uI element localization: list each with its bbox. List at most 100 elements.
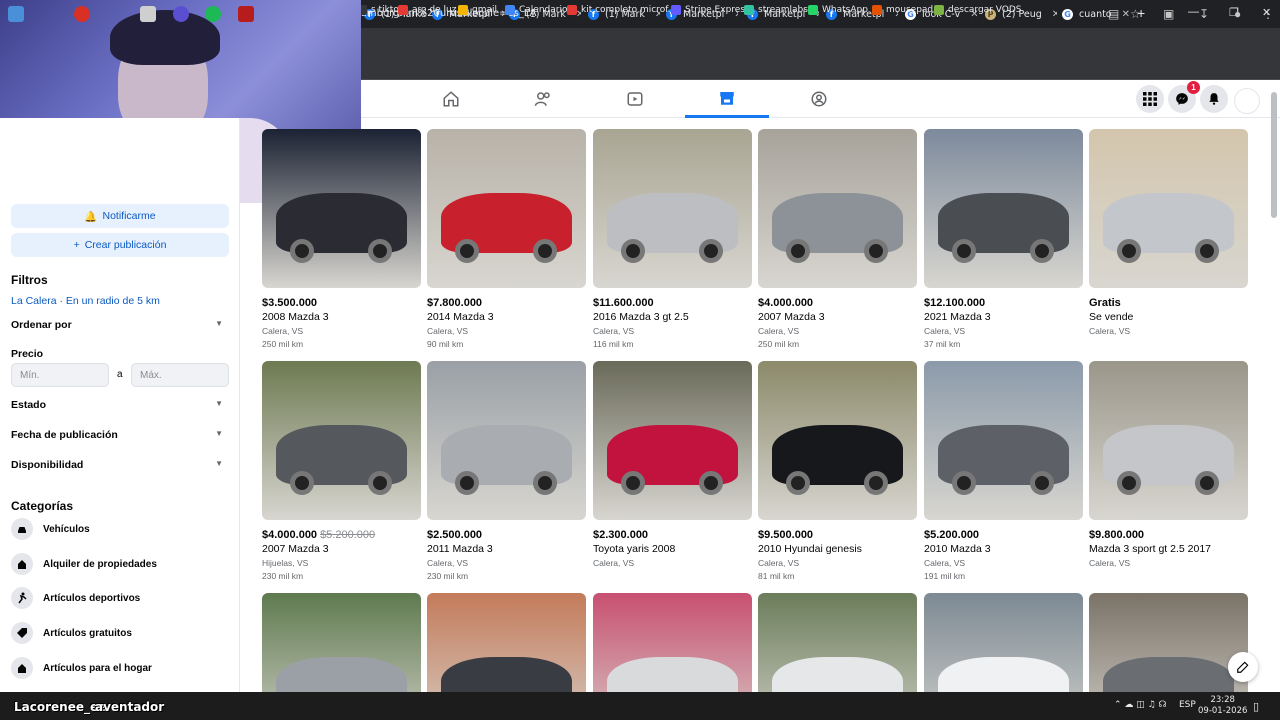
- google-icon: G: [1062, 8, 1073, 20]
- notification-center-icon[interactable]: ▯: [1253, 700, 1259, 713]
- listing-card[interactable]: $3.500.000 2008 Mazda 3 Calera, VS 250 mil …: [262, 129, 421, 349]
- listing-card[interactable]: Gratis Se vende Calera, VS: [1089, 129, 1248, 336]
- listing-photo[interactable]: [427, 129, 586, 288]
- bookmark-item[interactable]: descargar VODS: [934, 5, 1021, 15]
- price-min-input[interactable]: Mín.: [11, 363, 109, 387]
- scrollbar[interactable]: [1271, 92, 1277, 218]
- category-item[interactable]: Alquiler de propiedades: [11, 551, 157, 577]
- category-item[interactable]: Artículos deportivos: [11, 585, 140, 611]
- listing-card[interactable]: $9.800.000 Mazda 3 sport gt 2.5 2017 Caler…: [1089, 361, 1248, 568]
- bookmark-icon: [744, 5, 754, 15]
- availability-label: Disponibilidad: [11, 459, 84, 471]
- discord-icon[interactable]: [173, 6, 189, 22]
- filters-heading: Filtros: [11, 273, 48, 287]
- listing-card[interactable]: $4.000.000 $5.200.000 2007 Mazda 3 Hijuelas…: [262, 361, 421, 581]
- listing-photo[interactable]: [924, 361, 1083, 520]
- listing-card[interactable]: $4.000.000 2007 Mazda 3 Calera, VS 250 mil …: [758, 129, 917, 349]
- bookmark-item[interactable]: mousepad: [872, 5, 933, 15]
- availability-dropdown[interactable]: Disponibilidad ▼: [11, 459, 223, 471]
- bookmark-item[interactable]: gmail: [458, 5, 497, 15]
- marketplace-tab[interactable]: [685, 80, 769, 118]
- listing-card[interactable]: $9.500.000 2010 Hyundai genesis Calera, VS…: [758, 361, 917, 581]
- listing-title: 2014 Mazda 3: [427, 311, 494, 323]
- browser-tab[interactable]: Gcuanto ✕: [1056, 4, 1134, 24]
- close-tab-icon[interactable]: ✕: [1122, 9, 1130, 20]
- bookmark-item[interactable]: Stripe Express: [671, 5, 750, 15]
- price-max-input[interactable]: Máx.: [131, 363, 229, 387]
- wheel-shape: [1117, 239, 1141, 263]
- install-icon[interactable]: ▤: [1108, 7, 1119, 21]
- new-message-button[interactable]: [1228, 652, 1258, 682]
- bookmark-item[interactable]: aro de luz: [398, 5, 456, 15]
- chevron-down-icon: ▼: [215, 319, 223, 328]
- wheel-shape: [1030, 471, 1054, 495]
- category-item[interactable]: Vehículos: [11, 516, 90, 542]
- app-icon[interactable]: [140, 6, 156, 22]
- category-item[interactable]: Artículos para el hogar: [11, 655, 152, 681]
- category-item[interactable]: Artículos gratuitos: [11, 620, 132, 646]
- star-icon[interactable]: ☆: [1130, 7, 1141, 21]
- groups-tab[interactable]: [777, 80, 861, 118]
- menu-grid-button[interactable]: [1136, 85, 1164, 113]
- listing-price: $4.000.000: [758, 297, 917, 309]
- listing-mileage: 90 mil km: [427, 339, 464, 349]
- create-listing-button[interactable]: + Crear publicación: [11, 233, 229, 257]
- messenger-button[interactable]: 1: [1168, 81, 1200, 113]
- condition-dropdown[interactable]: Estado ▼: [11, 399, 223, 411]
- listing-photo[interactable]: [1089, 129, 1248, 288]
- listing-location: Calera, VS: [1089, 558, 1131, 568]
- bookmark-label: streamlabs: [758, 5, 808, 15]
- location-filter[interactable]: La Calera · En un radio de 5 km: [11, 295, 160, 307]
- listing-card[interactable]: $5.200.000 2010 Mazda 3 Calera, VS 191 mil …: [924, 361, 1083, 581]
- account-avatar[interactable]: [1234, 88, 1260, 114]
- wheel-shape: [533, 239, 557, 263]
- listing-photo[interactable]: [758, 129, 917, 288]
- extensions-icon[interactable]: ▣: [1163, 7, 1174, 21]
- date-dropdown[interactable]: Fecha de publicación ▼: [11, 429, 223, 441]
- wheel-shape: [455, 471, 479, 495]
- listing-photo[interactable]: [593, 361, 752, 520]
- tray-icons[interactable]: ⌃ ☁ ◫ ♫ ☊: [1114, 700, 1167, 710]
- bookmark-item[interactable]: WhatsApp: [808, 5, 868, 15]
- listing-card[interactable]: $7.800.000 2014 Mazda 3 Calera, VS 90 mil k…: [427, 129, 586, 349]
- profile-avatar-icon[interactable]: ●: [1234, 7, 1241, 21]
- clock-date: 09-01-2026: [1198, 706, 1248, 716]
- listing-photo[interactable]: [1089, 361, 1248, 520]
- sort-dropdown[interactable]: Ordenar por ▼: [11, 319, 223, 331]
- start-icon[interactable]: [8, 6, 24, 22]
- bookmark-item[interactable]: streamlabs: [744, 5, 808, 15]
- listing-title: 2011 Mazda 3: [427, 543, 493, 555]
- notify-button[interactable]: 🔔 Notificarme: [11, 204, 229, 228]
- listing-card[interactable]: $12.100.000 2021 Mazda 3 Calera, VS 37 mil …: [924, 129, 1083, 349]
- language-indicator[interactable]: ESP: [1179, 700, 1196, 710]
- bookmark-label: Stripe Express: [685, 5, 750, 15]
- home-tab[interactable]: [409, 80, 493, 118]
- listing-card[interactable]: $11.600.000 2016 Mazda 3 gt 2.5 Calera, VS…: [593, 129, 752, 349]
- wheel-shape: [1195, 471, 1219, 495]
- friends-tab[interactable]: [501, 80, 585, 118]
- menu-icon[interactable]: ⋮: [1262, 7, 1274, 21]
- video-tab[interactable]: [593, 80, 677, 118]
- bookmark-item[interactable]: Calendario: [505, 5, 567, 15]
- listing-photo[interactable]: [924, 129, 1083, 288]
- listing-card[interactable]: $2.500.000 2011 Mazda 3 Calera, VS 230 mil …: [427, 361, 586, 581]
- bookmark-item[interactable]: kit completo microf...: [567, 5, 676, 15]
- video-icon: [627, 92, 643, 106]
- bookmark-item[interactable]: s tiktok: [357, 5, 404, 15]
- clock[interactable]: 23:28 09-01-2026: [1198, 695, 1247, 717]
- listing-photo[interactable]: [262, 361, 421, 520]
- listing-photo[interactable]: [758, 361, 917, 520]
- chrome-icon[interactable]: [74, 6, 90, 22]
- listing-title: 2021 Mazda 3: [924, 311, 991, 323]
- listing-photo[interactable]: [427, 361, 586, 520]
- listing-photo[interactable]: [593, 129, 752, 288]
- notifications-button[interactable]: [1200, 85, 1228, 113]
- spotify-icon[interactable]: [205, 6, 221, 22]
- listing-card[interactable]: $2.300.000 Toyota yaris 2008 Calera, VS: [593, 361, 752, 568]
- minimize-icon[interactable]: —: [1188, 6, 1199, 18]
- wheel-shape: [786, 471, 810, 495]
- listing-location: Calera, VS: [924, 558, 966, 568]
- video-editor-icon[interactable]: [238, 6, 254, 22]
- download-icon[interactable]: ↧: [1199, 7, 1209, 21]
- listing-photo[interactable]: [262, 129, 421, 288]
